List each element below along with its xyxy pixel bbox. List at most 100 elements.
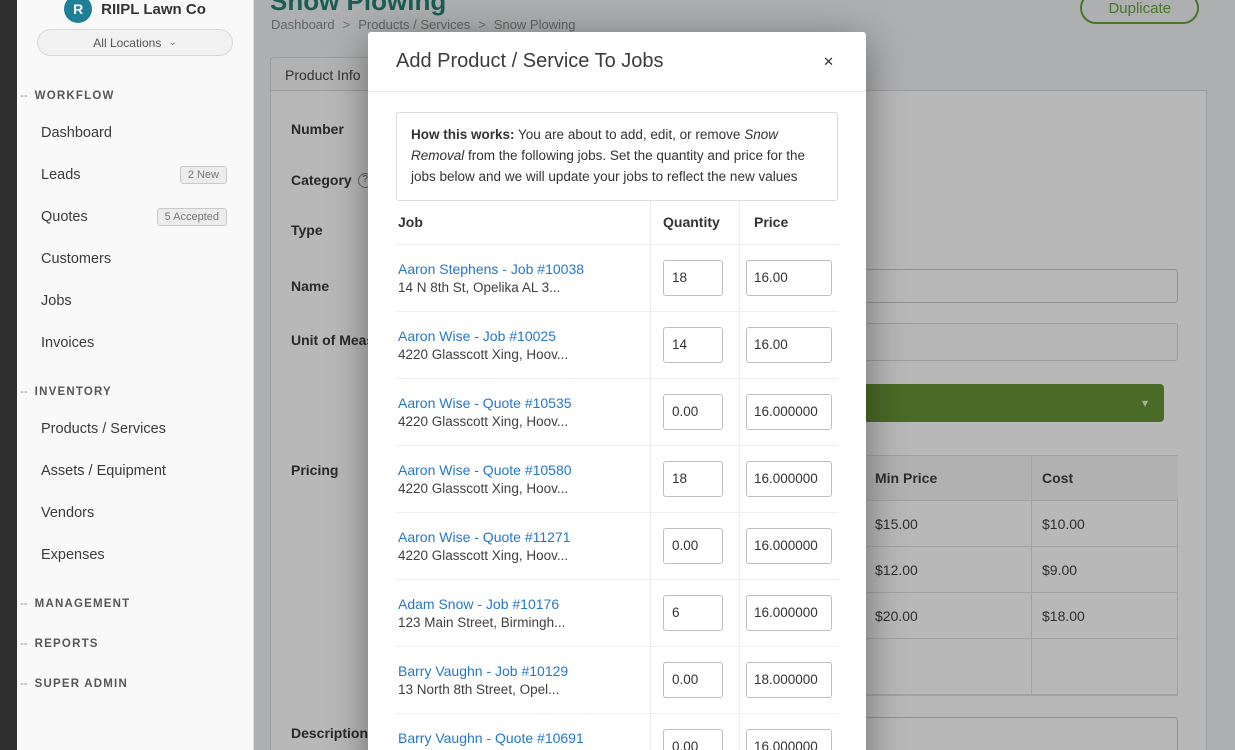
job-link[interactable]: Aaron Wise - Quote #10580 [398,462,642,478]
left-rail [0,0,17,750]
job-link[interactable]: Aaron Wise - Job #10025 [398,328,642,344]
leads-badge: 2 New [180,166,227,184]
sidebar-item-vendors[interactable]: Vendors [17,492,253,534]
quantity-column-header: Quantity [650,201,739,244]
nav-section-inventory: -- INVENTORY [17,376,253,408]
sidebar-item-expenses[interactable]: Expenses [17,534,253,576]
job-link[interactable]: Aaron Wise - Quote #11271 [398,529,642,545]
price-input[interactable] [746,528,832,564]
price-input[interactable] [746,327,832,363]
sidebar-item-invoices[interactable]: Invoices [17,322,253,364]
nav-section-workflow: -- WORKFLOW [17,80,253,112]
job-link[interactable]: Aaron Wise - Quote #10535 [398,395,642,411]
modal-title: Add Product / Service To Jobs [396,50,664,73]
job-link[interactable]: Barry Vaughn - Quote #10691 [398,730,642,746]
sidebar-item-label: Dashboard [41,125,112,141]
quantity-input[interactable] [663,327,723,363]
add-product-to-jobs-modal: Add Product / Service To Jobs ✕ How this… [368,32,866,750]
close-icon[interactable]: ✕ [819,51,838,72]
nav-section-super-admin[interactable]: -- SUPER ADMIN [17,668,253,700]
sidebar-item-assets-equipment[interactable]: Assets / Equipment [17,450,253,492]
company-logo: R [64,0,92,23]
job-row: Aaron Stephens - Job #10038 14 N 8th St,… [396,245,838,312]
sidebar-item-jobs[interactable]: Jobs [17,280,253,322]
quotes-badge: 5 Accepted [157,208,227,226]
sidebar-item-label: Invoices [41,335,94,351]
price-input[interactable] [746,260,832,296]
company-header: R RIIPL Lawn Co [17,0,253,24]
sidebar-content: R RIIPL Lawn Co All Locations ⌄ -- WORKF… [17,0,253,750]
price-input[interactable] [746,461,832,497]
company-name: RIIPL Lawn Co [101,1,206,18]
sidebar-nav: -- WORKFLOW Dashboard Leads 2 New Quotes… [17,56,253,700]
sidebar-item-dashboard[interactable]: Dashboard [17,112,253,154]
nav-section-management[interactable]: -- MANAGEMENT [17,588,253,620]
section-marker-icon: -- [20,638,28,650]
sidebar-item-products-services[interactable]: Products / Services [17,408,253,450]
sidebar: R RIIPL Lawn Co All Locations ⌄ -- WORKF… [0,0,254,750]
section-marker-icon: -- [20,386,28,398]
jobs-table-header: Job Quantity Price [396,201,838,245]
quantity-input[interactable] [663,662,723,698]
quantity-input[interactable] [663,595,723,631]
job-address: 4220 Glasscott Xing, Hoov... [398,548,642,563]
price-input[interactable] [746,662,832,698]
job-row: Barry Vaughn - Job #10129 13 North 8th S… [396,647,838,714]
job-row: Aaron Wise - Quote #10580 4220 Glasscott… [396,446,838,513]
quantity-input[interactable] [663,729,723,750]
nav-section-label: SUPER ADMIN [35,678,128,690]
sidebar-item-label: Vendors [41,505,94,521]
nav-section-label: REPORTS [35,638,99,650]
job-address: 4220 Glasscott Xing, Hoov... [398,481,642,496]
job-row: Adam Snow - Job #10176 123 Main Street, … [396,580,838,647]
quantity-input[interactable] [663,528,723,564]
price-input[interactable] [746,595,832,631]
sidebar-item-label: Jobs [41,293,72,309]
job-link[interactable]: Barry Vaughn - Job #10129 [398,663,642,679]
how-this-works-note: How this works: You are about to add, ed… [396,112,838,201]
note-text: You are about to add, edit, or remove [515,127,745,142]
quantity-input[interactable] [663,394,723,430]
jobs-table: Job Quantity Price Aaron Stephens - Job … [396,201,838,750]
note-text: from the following jobs. Set the quantit… [411,148,805,184]
job-address: 123 Main Street, Birmingh... [398,615,642,630]
sidebar-item-label: Expenses [41,547,105,563]
note-bold: How this works: [411,127,515,142]
sidebar-item-label: Products / Services [41,421,166,437]
quantity-input[interactable] [663,461,723,497]
nav-section-label: INVENTORY [35,386,112,398]
job-address: 4220 Glasscott Xing, Hoov... [398,347,642,362]
price-input[interactable] [746,394,832,430]
job-address: 13 North 8th Street, Opel... [398,682,642,697]
location-selector[interactable]: All Locations ⌄ [37,29,233,56]
modal-body: How this works: You are about to add, ed… [368,92,866,750]
sidebar-item-customers[interactable]: Customers [17,238,253,280]
job-link[interactable]: Aaron Stephens - Job #10038 [398,261,642,277]
quantity-input[interactable] [663,260,723,296]
sidebar-item-quotes[interactable]: Quotes 5 Accepted [17,196,253,238]
section-marker-icon: -- [20,598,28,610]
job-row: Aaron Wise - Job #10025 4220 Glasscott X… [396,312,838,379]
nav-section-label: MANAGEMENT [35,598,131,610]
sidebar-item-label: Customers [41,251,111,267]
nav-section-reports[interactable]: -- REPORTS [17,628,253,660]
sidebar-item-label: Quotes [41,209,88,225]
chevron-down-icon: ⌄ [168,37,176,48]
job-link[interactable]: Adam Snow - Job #10176 [398,596,642,612]
sidebar-item-leads[interactable]: Leads 2 New [17,154,253,196]
job-column-header: Job [396,201,650,244]
price-column-header: Price [739,201,838,244]
section-marker-icon: -- [20,90,28,102]
app-window: R RIIPL Lawn Co All Locations ⌄ -- WORKF… [0,0,1235,750]
section-marker-icon: -- [20,678,28,690]
job-row: Aaron Wise - Quote #10535 4220 Glasscott… [396,379,838,446]
price-input[interactable] [746,729,832,750]
job-address: 4220 Glasscott Xing, Hoov... [398,414,642,429]
sidebar-item-label: Leads [41,167,81,183]
location-selector-label: All Locations [93,36,161,50]
nav-section-label: WORKFLOW [35,90,115,102]
logo-letter: R [73,1,83,17]
job-address: 14 N 8th St, Opelika AL 3... [398,280,642,295]
job-row: Aaron Wise - Quote #11271 4220 Glasscott… [396,513,838,580]
job-row: Barry Vaughn - Quote #10691 10 North 8th… [396,714,838,750]
